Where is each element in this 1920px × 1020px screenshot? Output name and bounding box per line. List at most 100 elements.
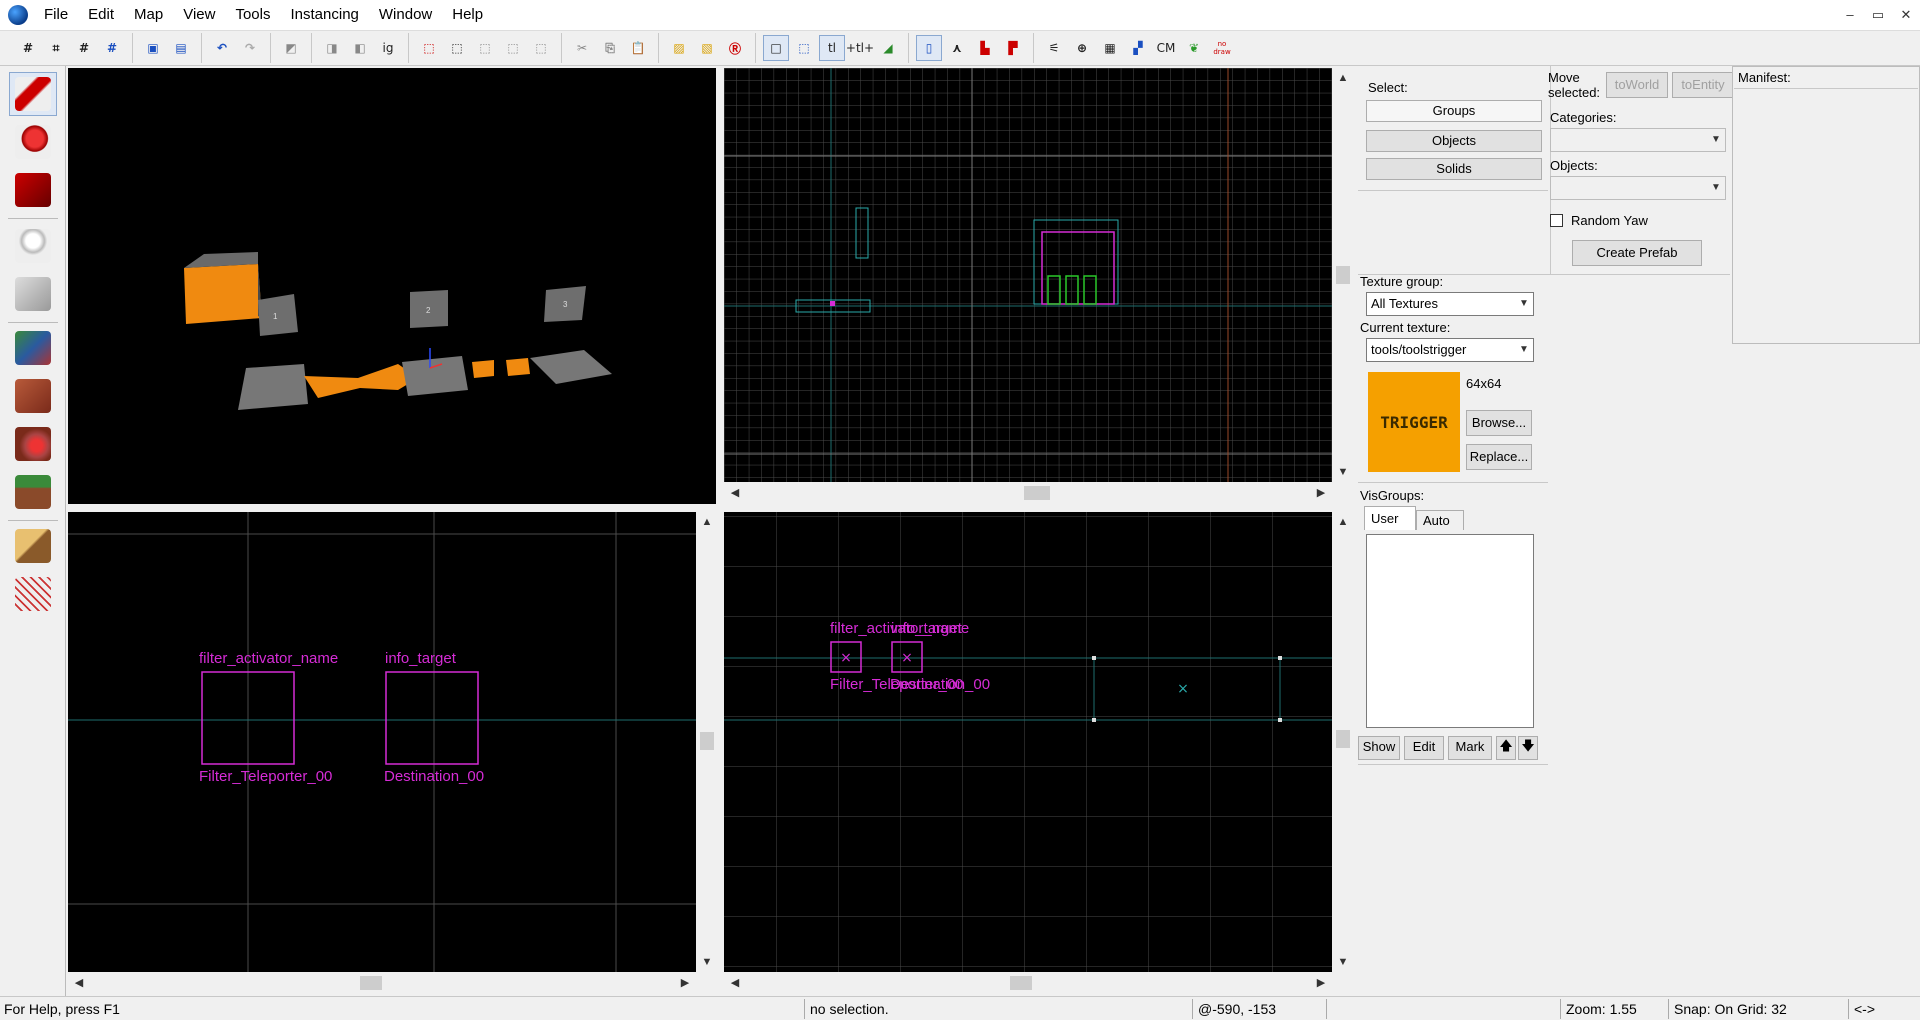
- visgroup-tab-user[interactable]: User: [1364, 506, 1416, 530]
- select-by-center-icon[interactable]: ⬚: [791, 35, 817, 61]
- minimize-button[interactable]: –: [1836, 0, 1864, 30]
- toggle-grid-icon[interactable]: #: [15, 35, 41, 61]
- menu-file[interactable]: File: [34, 0, 78, 30]
- select-by-handles-icon[interactable]: □: [763, 35, 789, 61]
- overlay-icon[interactable]: ⊕: [1069, 35, 1095, 61]
- ignore-groups-button[interactable]: ig: [375, 35, 401, 61]
- scroll-left-arrow-icon[interactable]: ◀: [724, 486, 746, 499]
- camera-tool[interactable]: [9, 168, 57, 212]
- menu-edit[interactable]: Edit: [78, 0, 124, 30]
- redo-icon[interactable]: ↷: [237, 35, 263, 61]
- clipping-tool[interactable]: [9, 524, 57, 568]
- scroll-thumb[interactable]: [360, 976, 382, 990]
- visgroup-move-up-button[interactable]: 🡅: [1496, 736, 1516, 760]
- copy-icon[interactable]: ⎘: [597, 35, 623, 61]
- toggle-3d-grid-icon[interactable]: ⌗: [43, 35, 69, 61]
- restore-button[interactable]: ▭: [1864, 0, 1892, 30]
- scroll-up-arrow-icon[interactable]: ▲: [1332, 516, 1354, 528]
- scroll-thumb[interactable]: [700, 732, 714, 750]
- select-solids-button[interactable]: Solids: [1366, 158, 1542, 180]
- viewport-top-vscroll[interactable]: ▲ ▼: [1332, 68, 1354, 482]
- scroll-left-arrow-icon[interactable]: ◀: [68, 976, 90, 989]
- cordon-toggle-icon[interactable]: ⬚: [444, 35, 470, 61]
- manifest-panel[interactable]: [1732, 66, 1920, 344]
- viewport-front-vscroll[interactable]: ▲ ▼: [696, 512, 718, 972]
- menu-view[interactable]: View: [173, 0, 225, 30]
- viewport-3d[interactable]: 1 2 3: [68, 68, 716, 504]
- viewport-top-hscroll[interactable]: ◀ ▶: [724, 482, 1332, 504]
- hide-selected-icon[interactable]: ◨: [319, 35, 345, 61]
- replace-button[interactable]: Replace...: [1466, 444, 1532, 470]
- area-portal-icon[interactable]: ▦: [1097, 35, 1123, 61]
- nodraw-button[interactable]: no draw: [1209, 35, 1235, 61]
- block-tool[interactable]: [9, 272, 57, 316]
- browse-button[interactable]: Browse...: [1466, 410, 1532, 436]
- scroll-up-arrow-icon[interactable]: ▲: [1332, 72, 1354, 84]
- decal-tool[interactable]: [9, 422, 57, 466]
- menu-help[interactable]: Help: [442, 0, 493, 30]
- apply-texture-tool[interactable]: [9, 374, 57, 418]
- visgroup-show-button[interactable]: Show: [1358, 736, 1400, 760]
- decals-icon[interactable]: ▛: [1000, 35, 1026, 61]
- scroll-up-arrow-icon[interactable]: ▲: [696, 516, 718, 528]
- cut-icon[interactable]: ✂: [569, 35, 595, 61]
- texture-application-tool[interactable]: [9, 326, 57, 370]
- to-world-button[interactable]: toWorld: [1606, 72, 1668, 98]
- visgroup-move-down-button[interactable]: 🡇: [1518, 736, 1538, 760]
- cordon-edit-icon[interactable]: ⬚: [472, 35, 498, 61]
- scroll-right-arrow-icon[interactable]: ▶: [1310, 486, 1332, 499]
- scroll-down-arrow-icon[interactable]: ▼: [1332, 956, 1354, 968]
- scroll-down-arrow-icon[interactable]: ▼: [1332, 466, 1354, 478]
- cordon-icon[interactable]: ⬚: [416, 35, 442, 61]
- scroll-thumb[interactable]: [1024, 486, 1050, 500]
- random-yaw-checkbox[interactable]: [1550, 214, 1563, 227]
- menu-map[interactable]: Map: [124, 0, 173, 30]
- categories-select[interactable]: ▼: [1550, 128, 1726, 152]
- menu-instancing[interactable]: Instancing: [281, 0, 369, 30]
- select-groups-button[interactable]: Groups: [1366, 100, 1542, 122]
- visgroup-tab-auto[interactable]: Auto: [1416, 510, 1464, 530]
- viewport-front[interactable]: filter_activator_name info_target Filter…: [68, 512, 696, 972]
- objects-select[interactable]: ▼: [1550, 176, 1726, 200]
- to-entity-button[interactable]: toEntity: [1672, 72, 1734, 98]
- displacement-icon[interactable]: ⚟: [1041, 35, 1067, 61]
- cordon-new-icon[interactable]: ⬚: [500, 35, 526, 61]
- ungroup-icon[interactable]: ▤: [168, 35, 194, 61]
- foliage-icon[interactable]: ❦: [1181, 35, 1207, 61]
- texture-scale-lock-icon[interactable]: ▧: [694, 35, 720, 61]
- select-objects-button[interactable]: Objects: [1366, 130, 1542, 152]
- viewport-side-hscroll[interactable]: ◀ ▶: [724, 972, 1332, 994]
- viewport-side[interactable]: × × × filter_activator_name info_target …: [724, 512, 1332, 972]
- scroll-thumb[interactable]: [1336, 266, 1350, 284]
- texture-lock-icon[interactable]: ▨: [666, 35, 692, 61]
- scroll-right-arrow-icon[interactable]: ▶: [674, 976, 696, 989]
- overlay-tool[interactable]: [9, 470, 57, 514]
- texture-lock-tl-button[interactable]: tl: [819, 35, 845, 61]
- viewport-side-vscroll[interactable]: ▲ ▼: [1332, 512, 1354, 972]
- visgroup-mark-button[interactable]: Mark: [1448, 736, 1492, 760]
- entity-tool[interactable]: [9, 224, 57, 268]
- viewport-top[interactable]: [724, 68, 1332, 482]
- undo-icon[interactable]: ↶: [209, 35, 235, 61]
- selection-tool[interactable]: [9, 72, 57, 116]
- cubemap-icon[interactable]: ▞: [1125, 35, 1151, 61]
- carve-icon[interactable]: ◩: [278, 35, 304, 61]
- scroll-thumb[interactable]: [1010, 976, 1032, 990]
- group-icon[interactable]: ▣: [140, 35, 166, 61]
- create-prefab-button[interactable]: Create Prefab: [1572, 240, 1702, 266]
- paste-icon[interactable]: 📋: [625, 35, 651, 61]
- cordon-delete-icon[interactable]: ⬚: [528, 35, 554, 61]
- visgroup-list[interactable]: [1366, 534, 1534, 728]
- texture-group-select[interactable]: All Textures ▼: [1366, 292, 1534, 316]
- show-connections-icon[interactable]: ▯: [916, 35, 942, 61]
- scroll-thumb[interactable]: [1336, 730, 1350, 748]
- texture-lock-tl2-button[interactable]: +tl+: [846, 35, 874, 61]
- cubemap-button[interactable]: CM: [1153, 35, 1179, 61]
- scroll-right-arrow-icon[interactable]: ▶: [1310, 976, 1332, 989]
- scroll-down-arrow-icon[interactable]: ▼: [696, 956, 718, 968]
- larger-grid-icon[interactable]: #: [99, 35, 125, 61]
- viewport-front-hscroll[interactable]: ◀ ▶: [68, 972, 696, 994]
- vertex-tool[interactable]: [9, 572, 57, 616]
- visgroup-edit-button[interactable]: Edit: [1404, 736, 1444, 760]
- scroll-left-arrow-icon[interactable]: ◀: [724, 976, 746, 989]
